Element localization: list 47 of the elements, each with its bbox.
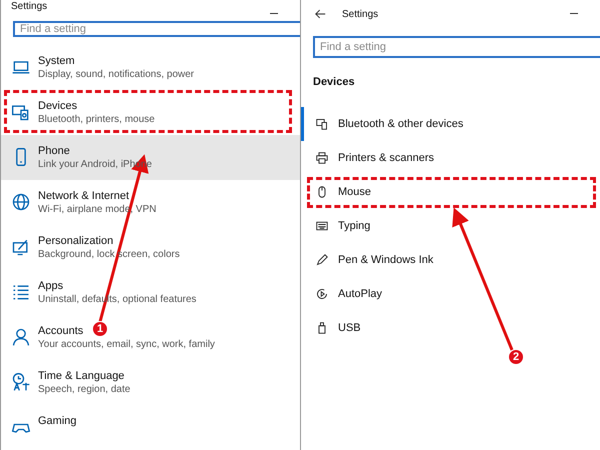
- autoplay-icon: [316, 288, 328, 300]
- section-heading: Devices: [312, 75, 356, 90]
- category-title: Apps: [38, 279, 64, 293]
- category-title: Devices: [38, 99, 78, 113]
- nav-item[interactable]: USB: [301, 311, 600, 345]
- clock-icon: [11, 372, 31, 392]
- category-title: Time & Language: [38, 369, 124, 383]
- nav-label: AutoPlay: [338, 288, 382, 300]
- category-description: Display, sound, notifications, power: [38, 68, 194, 82]
- step-number-marker: 1: [92, 321, 108, 337]
- printer-icon: [316, 152, 328, 164]
- person-icon: [11, 327, 31, 347]
- nav-label: Typing: [338, 220, 370, 232]
- category-title: Network & Internet: [38, 189, 130, 203]
- category-title: Personalization: [38, 234, 114, 248]
- nav-item[interactable]: Mouse: [301, 175, 600, 209]
- nav-item[interactable]: Typing: [301, 209, 600, 243]
- search-field[interactable]: Find a setting: [13, 21, 300, 37]
- window-title: Settings: [11, 1, 48, 12]
- nav-item[interactable]: Bluetooth & other devices: [301, 107, 600, 141]
- step-number-marker: 2: [508, 349, 524, 365]
- category-description: Bluetooth, printers, mouse: [38, 113, 155, 127]
- category-title: Accounts: [38, 324, 84, 338]
- globe-icon: [11, 192, 31, 212]
- nav-item[interactable]: Printers & scanners: [301, 141, 600, 175]
- minimize-icon[interactable]: [570, 13, 578, 14]
- keyboard-icon: [316, 220, 328, 232]
- category-title: Gaming: [38, 414, 77, 428]
- nav-label: Pen & Windows Ink: [338, 254, 434, 266]
- nav-label: Printers & scanners: [338, 152, 434, 164]
- category-title: System: [38, 54, 75, 68]
- search-field[interactable]: Find a setting: [313, 36, 600, 58]
- back-arrow-icon[interactable]: [315, 9, 326, 19]
- nav-item[interactable]: AutoPlay: [301, 277, 600, 311]
- category-description: Speech, region, date: [38, 383, 130, 397]
- category-description: Your accounts, email, sync, work, family: [38, 338, 215, 352]
- devices-icon: [316, 118, 328, 130]
- pen-icon: [316, 254, 328, 266]
- mouse-icon: [316, 186, 328, 198]
- nav-label: Mouse: [338, 186, 372, 198]
- category-title: Phone: [38, 144, 70, 158]
- window-title: Settings: [342, 8, 378, 20]
- usb-icon: [316, 322, 328, 334]
- minimize-icon[interactable]: [270, 13, 278, 14]
- nav-item[interactable]: Pen & Windows Ink: [301, 243, 600, 277]
- nav-label: USB: [338, 322, 361, 334]
- nav-label: Bluetooth & other devices: [338, 118, 464, 130]
